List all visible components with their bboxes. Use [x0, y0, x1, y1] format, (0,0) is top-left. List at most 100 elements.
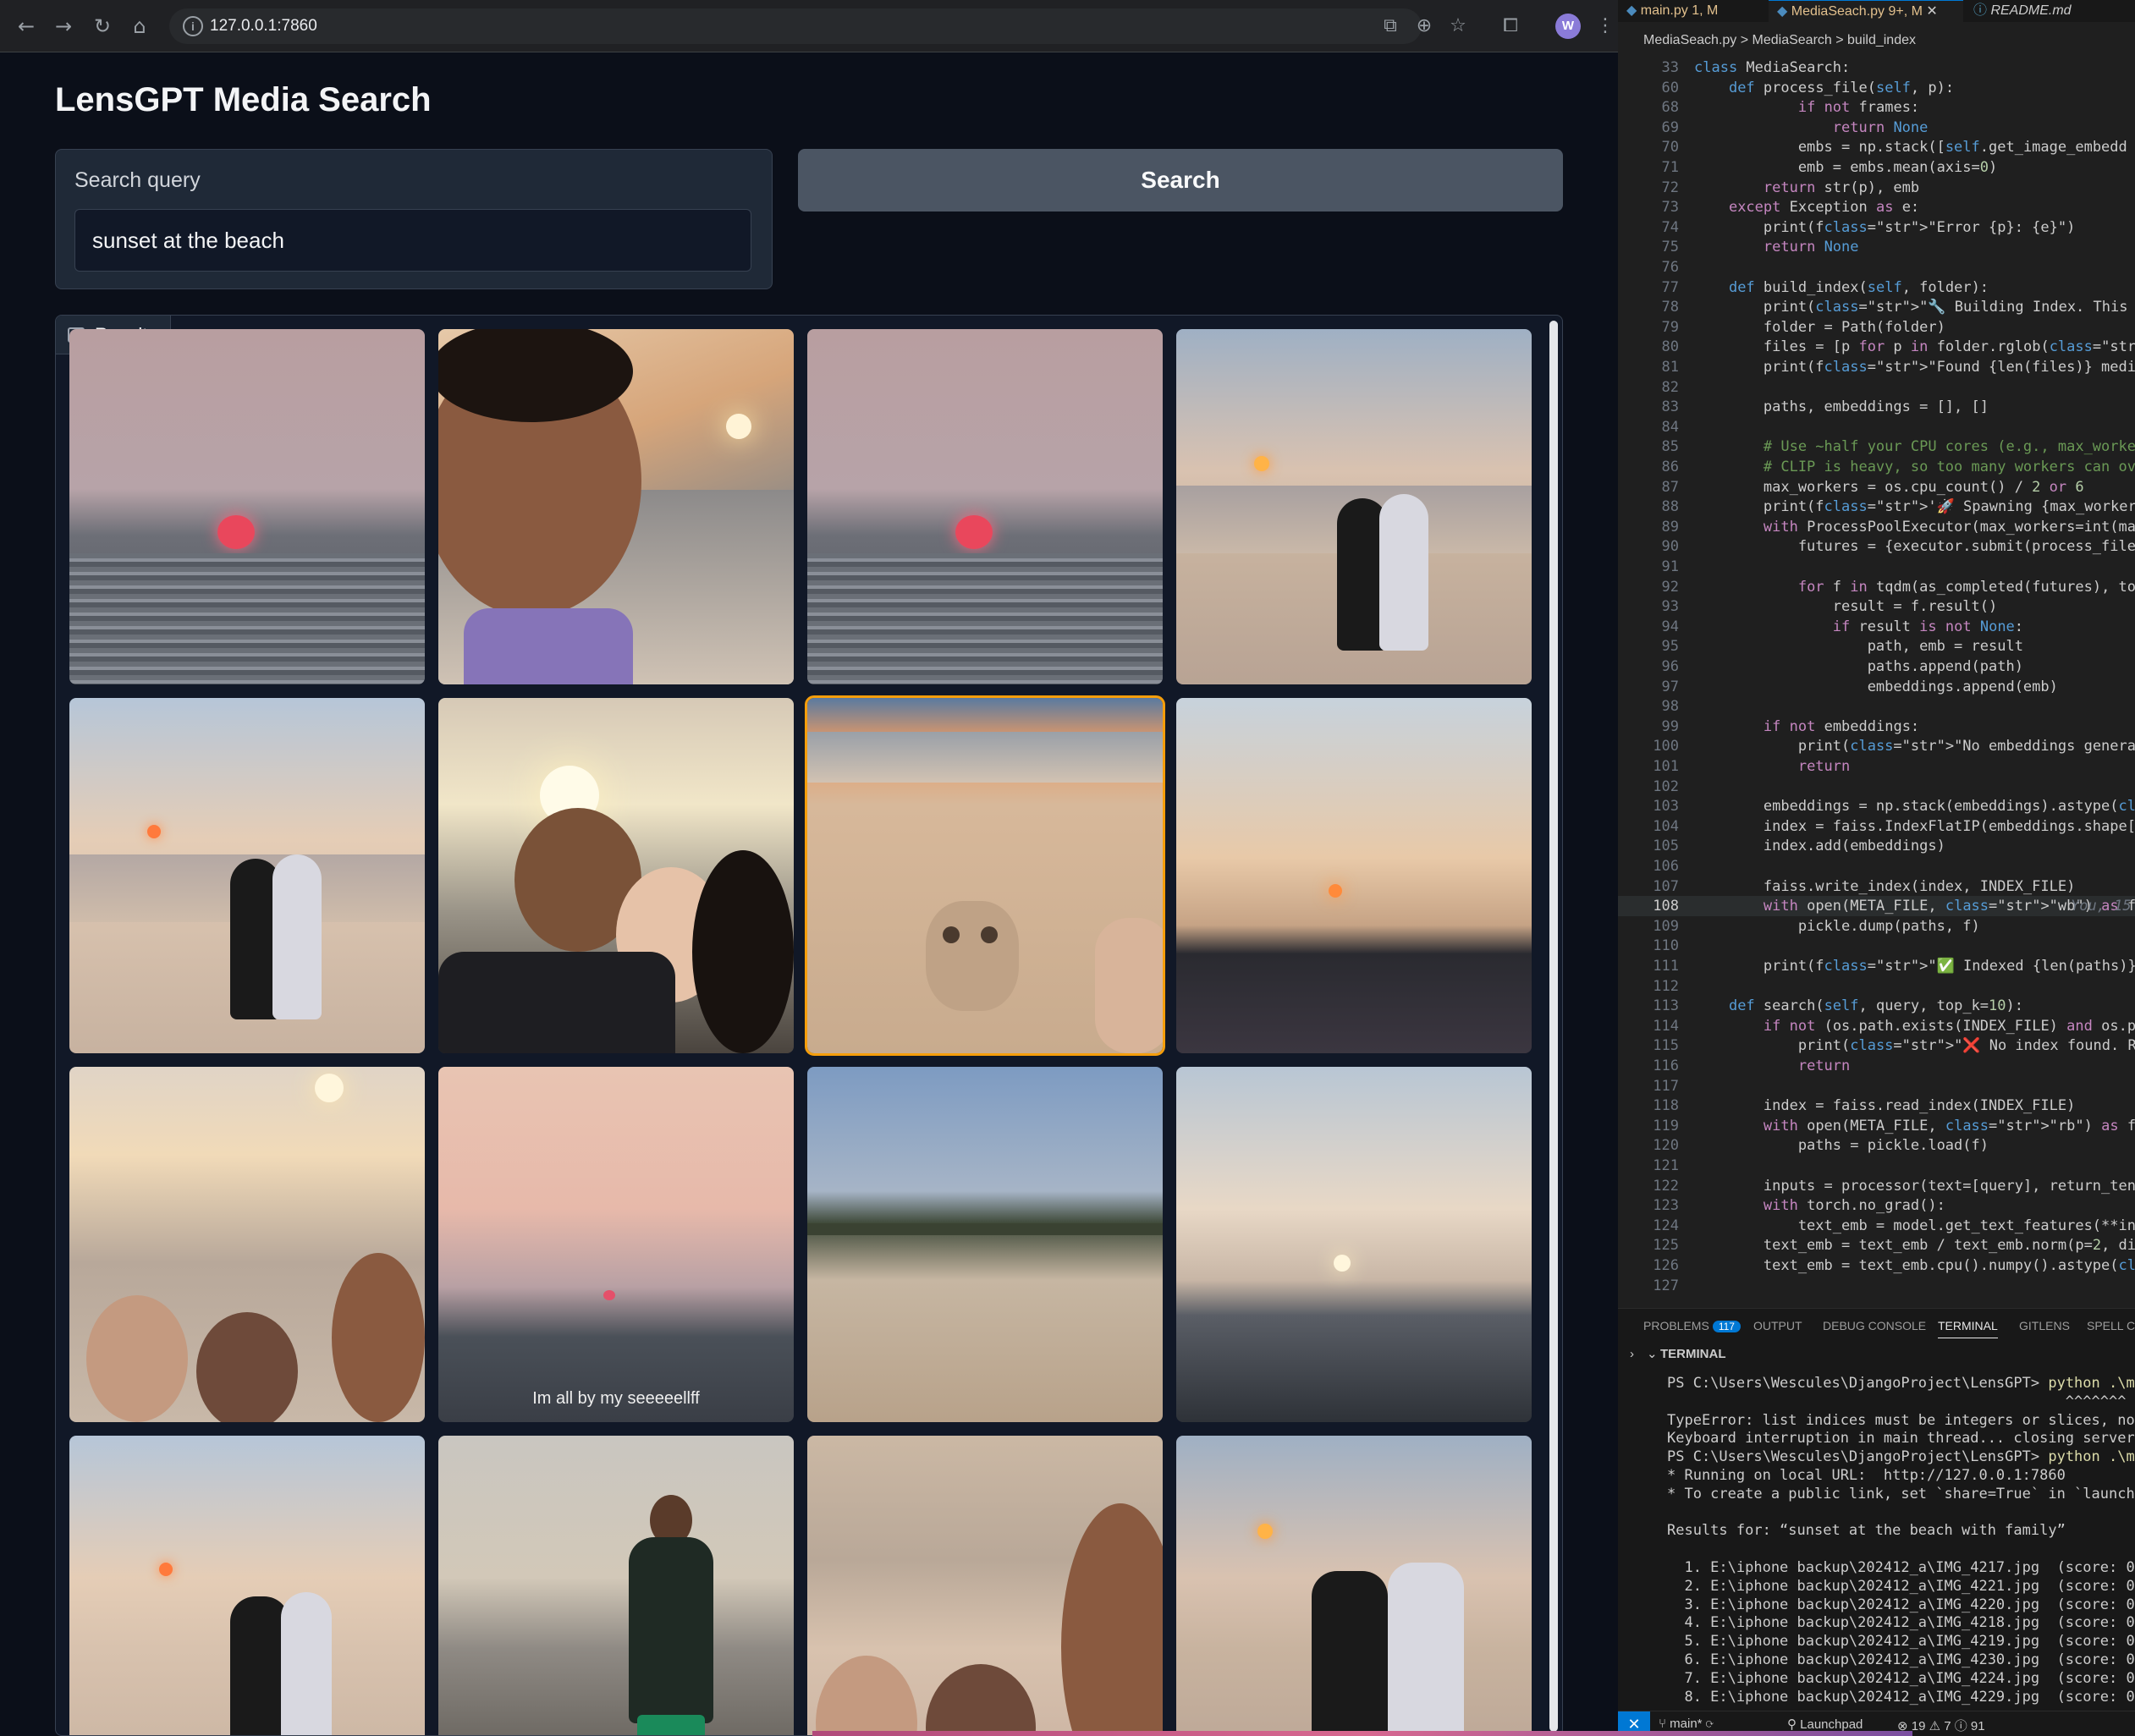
tab-spell-checker[interactable]: SPELL CH: [2087, 1319, 2135, 1332]
code-line[interactable]: 118 index = faiss.read_index(INDEX_FILE): [1618, 1096, 2135, 1116]
code-line[interactable]: 99 if not embeddings:: [1618, 717, 2135, 737]
search-button[interactable]: Search: [798, 149, 1563, 212]
code-line[interactable]: 69 return None: [1618, 118, 2135, 138]
code-line[interactable]: 116 return: [1618, 1056, 2135, 1076]
terminal-panel[interactable]: › ⌄ TERMINAL PS C:\Users\Wescules\DjangoPr…: [1618, 1342, 2135, 1711]
code-line[interactable]: 88 print(fclass="str">'🚀 Spawning {max_w…: [1618, 497, 2135, 517]
code-line[interactable]: 110: [1618, 936, 2135, 956]
result-thumbnail-11[interactable]: [807, 1067, 1163, 1422]
menu-dots-icon[interactable]: ⋮: [1591, 12, 1620, 41]
code-line[interactable]: 82: [1618, 377, 2135, 398]
code-line[interactable]: 83 paths, embeddings = [], []: [1618, 397, 2135, 417]
code-line[interactable]: 72 return str(p), emb: [1618, 178, 2135, 198]
code-line[interactable]: 80 files = [p for p in folder.rglob(clas…: [1618, 337, 2135, 357]
forward-icon[interactable]: →: [49, 12, 78, 41]
tab-mediaseach-py[interactable]: ◆ MediaSeach.py 9+, M ✕: [1769, 0, 1963, 22]
code-line[interactable]: 119 with open(META_FILE, class="str">"rb…: [1618, 1116, 2135, 1136]
launchpad-status[interactable]: ⚲ Launchpad: [1787, 1717, 1863, 1732]
code-line[interactable]: 97 embeddings.append(emb): [1618, 677, 2135, 697]
result-thumbnail-16[interactable]: [1176, 1436, 1532, 1735]
tab-terminal[interactable]: TERMINAL: [1938, 1319, 1998, 1338]
code-line[interactable]: 78 print(class="str">"🔧 Building Index. …: [1618, 297, 2135, 317]
gallery-scrollbar[interactable]: [1549, 321, 1558, 1732]
breadcrumb[interactable]: MediaSeach.py > MediaSearch > build_inde…: [1618, 29, 2135, 52]
code-line[interactable]: 112: [1618, 976, 2135, 997]
code-editor[interactable]: 33 class MediaSearch: 60 def process_file(…: [1618, 52, 2135, 1308]
code-line[interactable]: 85 # Use ~half your CPU cores (e.g., max…: [1618, 437, 2135, 457]
url-text[interactable]: 127.0.0.1:7860: [210, 17, 317, 36]
code-line[interactable]: 77 def build_index(self, folder):: [1618, 277, 2135, 298]
result-thumbnail-3[interactable]: [807, 329, 1163, 684]
code-line[interactable]: 105 index.add(embeddings): [1618, 836, 2135, 856]
code-line[interactable]: 75 return None: [1618, 237, 2135, 257]
tab-gitlens[interactable]: GITLENS: [2019, 1319, 2070, 1332]
branch-status[interactable]: ⑂ main* ⟳: [1659, 1717, 1714, 1731]
code-line[interactable]: 91: [1618, 557, 2135, 577]
code-line[interactable]: 73 except Exception as e:: [1618, 197, 2135, 217]
code-line[interactable]: 89 with ProcessPoolExecutor(max_workers=…: [1618, 517, 2135, 537]
result-thumbnail-14[interactable]: [438, 1436, 794, 1735]
reload-icon[interactable]: ↻: [88, 12, 117, 41]
site-info-icon[interactable]: i: [183, 16, 203, 36]
code-line[interactable]: 84: [1618, 417, 2135, 437]
code-line[interactable]: 81 print(fclass="str">"Found {len(files)…: [1618, 357, 2135, 377]
code-line[interactable]: 101 return: [1618, 756, 2135, 777]
code-line[interactable]: 122 inputs = processor(text=[query], ret…: [1618, 1176, 2135, 1196]
code-line[interactable]: 79 folder = Path(folder): [1618, 317, 2135, 338]
code-line[interactable]: 70 embs = np.stack([self.get_image_embed…: [1618, 137, 2135, 157]
code-line[interactable]: 121: [1618, 1156, 2135, 1176]
code-line[interactable]: 100 print(class="str">"No embeddings gen…: [1618, 736, 2135, 756]
chevron-down-icon[interactable]: ⌄: [1647, 1342, 1658, 1367]
code-line[interactable]: 111 print(fclass="str">"✅ Indexed {len(p…: [1618, 956, 2135, 976]
code-line[interactable]: 94 if result is not None:: [1618, 617, 2135, 637]
result-thumbnail-13[interactable]: [69, 1436, 425, 1735]
address-bar[interactable]: i 127.0.0.1:7860: [169, 8, 1422, 44]
code-line[interactable]: 74 print(fclass="str">"Error {p}: {e}"): [1618, 217, 2135, 238]
code-line[interactable]: 98: [1618, 696, 2135, 717]
search-input[interactable]: [74, 209, 751, 272]
code-line[interactable]: 76: [1618, 257, 2135, 277]
code-line[interactable]: 92 for f in tqdm(as_completed(futures), …: [1618, 577, 2135, 597]
result-thumbnail-2[interactable]: [438, 329, 794, 684]
tab-readme-md[interactable]: ⓘ README.md: [1965, 0, 2083, 22]
profile-avatar[interactable]: W: [1555, 14, 1581, 39]
code-line[interactable]: 104 index = faiss.IndexFlatIP(embeddings…: [1618, 816, 2135, 837]
code-line[interactable]: 127: [1618, 1276, 2135, 1296]
code-line[interactable]: 107 faiss.write_index(index, INDEX_FILE): [1618, 876, 2135, 897]
result-thumbnail-5[interactable]: [69, 698, 425, 1053]
result-thumbnail-8[interactable]: [1176, 698, 1532, 1053]
code-line[interactable]: 93 result = f.result(): [1618, 596, 2135, 617]
code-line[interactable]: 124 text_emb = model.get_text_features(*…: [1618, 1216, 2135, 1236]
result-thumbnail-10[interactable]: Im all by my seeeeellff: [438, 1067, 794, 1422]
back-icon[interactable]: ←: [12, 12, 41, 41]
code-line[interactable]: 126 text_emb = text_emb.cpu().numpy().as…: [1618, 1255, 2135, 1276]
result-thumbnail-7[interactable]: [805, 695, 1165, 1056]
result-thumbnail-1[interactable]: [69, 329, 425, 684]
gallery-scrollbar-thumb[interactable]: [1549, 321, 1558, 1732]
code-line[interactable]: 102: [1618, 777, 2135, 797]
chevron-right-icon[interactable]: ›: [1630, 1342, 1634, 1367]
code-line[interactable]: 115 print(class="str">"❌ No index found.…: [1618, 1036, 2135, 1056]
extensions-icon[interactable]: ⧠: [1496, 12, 1525, 41]
code-line[interactable]: 96 paths.append(path): [1618, 656, 2135, 677]
code-line[interactable]: 114 if not (os.path.exists(INDEX_FILE) a…: [1618, 1016, 2135, 1036]
code-line[interactable]: 71 emb = embs.mean(axis=0): [1618, 157, 2135, 178]
tab-output[interactable]: OUTPUT: [1753, 1319, 1802, 1332]
code-line[interactable]: 109 pickle.dump(paths, f): [1618, 916, 2135, 937]
result-thumbnail-12[interactable]: [1176, 1067, 1532, 1422]
code-line[interactable]: 108 with open(META_FILE, class="str">"wb…: [1618, 896, 2135, 917]
tab-problems[interactable]: PROBLEMS 117: [1643, 1319, 1741, 1332]
code-line[interactable]: 117: [1618, 1076, 2135, 1096]
result-thumbnail-9[interactable]: [69, 1067, 425, 1422]
code-line[interactable]: 125 text_emb = text_emb / text_emb.norm(…: [1618, 1235, 2135, 1255]
code-line[interactable]: 123 with torch.no_grad():: [1618, 1195, 2135, 1216]
zoom-icon[interactable]: ⊕: [1410, 12, 1439, 41]
install-app-icon[interactable]: ⧉: [1376, 12, 1405, 41]
code-line[interactable]: 103 embeddings = np.stack(embeddings).as…: [1618, 796, 2135, 816]
bookmark-star-icon[interactable]: ☆: [1444, 12, 1472, 41]
code-line[interactable]: 60 def process_file(self, p):: [1618, 78, 2135, 98]
code-line[interactable]: 95 path, emb = result: [1618, 636, 2135, 656]
result-thumbnail-4[interactable]: [1176, 329, 1532, 684]
code-line[interactable]: 86 # CLIP is heavy, so too many workers …: [1618, 457, 2135, 477]
code-line[interactable]: 113 def search(self, query, top_k=10):: [1618, 996, 2135, 1016]
